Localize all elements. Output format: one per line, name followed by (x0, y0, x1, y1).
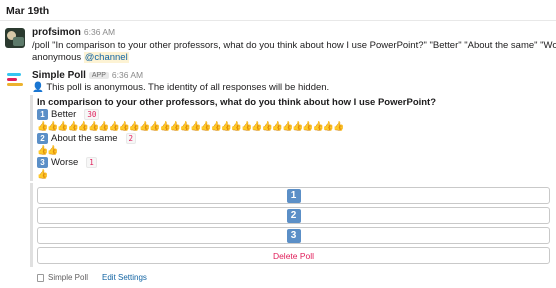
message-timestamp[interactable]: 6:36 AM (84, 27, 115, 37)
message-sender[interactable]: profsimon 6:36 AM (32, 27, 115, 38)
keycap-three-icon: 3 (37, 157, 48, 168)
delete-poll-button[interactable]: Delete Poll (37, 247, 550, 264)
bot-sender[interactable]: Simple Poll APP 6:36 AM (32, 70, 143, 81)
thumbs-up-votes: 👍👍 (37, 145, 58, 155)
keycap-three-icon: 3 (286, 228, 301, 243)
message-timestamp[interactable]: 6:36 AM (112, 70, 143, 80)
attachment-bar (30, 95, 33, 181)
poll-option-1: 1 Better 30 (37, 109, 100, 120)
date-label: Mar 19th (6, 5, 50, 17)
app-badge: APP (88, 72, 109, 79)
user-avatar[interactable] (5, 28, 25, 48)
keycap-two-icon: 2 (37, 133, 48, 144)
vote-button-2[interactable]: 2 (37, 207, 550, 224)
footer-app-name: Simple Poll (48, 273, 89, 282)
date-divider: Mar 19th (0, 0, 556, 21)
anonymous-notice: 👤 This poll is anonymous. The identity o… (32, 82, 330, 93)
poll-question: In comparison to your other professors, … (37, 97, 437, 108)
keycap-two-icon: 2 (286, 208, 301, 223)
vote-button-3[interactable]: 3 (37, 227, 550, 244)
simple-poll-mini-icon (37, 273, 44, 282)
vote-count: 1 (86, 157, 97, 168)
vote-count: 2 (125, 133, 137, 144)
keycap-one-icon: 1 (37, 109, 48, 120)
channel-mention[interactable]: @channel (83, 52, 129, 63)
poll-footer: Simple Poll Edit Settings (37, 273, 147, 282)
button-attachment-bar (30, 183, 33, 267)
vote-count: 30 (84, 109, 100, 120)
vote-button-1[interactable]: 1 (37, 187, 550, 204)
edit-settings-link[interactable]: Edit Settings (102, 273, 147, 282)
poll-option-2: 2 About the same 2 (37, 133, 137, 144)
message-text-continued: anonymous @channel (32, 52, 129, 63)
thumbs-up-votes: 👍 (37, 169, 48, 179)
thumbs-up-votes: 👍👍👍👍👍👍👍👍👍👍👍👍👍👍👍👍👍👍👍👍👍👍👍👍👍👍👍👍👍👍 (37, 121, 344, 131)
message-text: /poll "In comparison to your other profe… (32, 40, 556, 51)
person-silhouette-icon: 👤 (32, 82, 44, 93)
keycap-one-icon: 1 (286, 188, 301, 203)
poll-option-3: 3 Worse 1 (37, 157, 97, 168)
simple-poll-logo-icon[interactable] (5, 70, 25, 90)
